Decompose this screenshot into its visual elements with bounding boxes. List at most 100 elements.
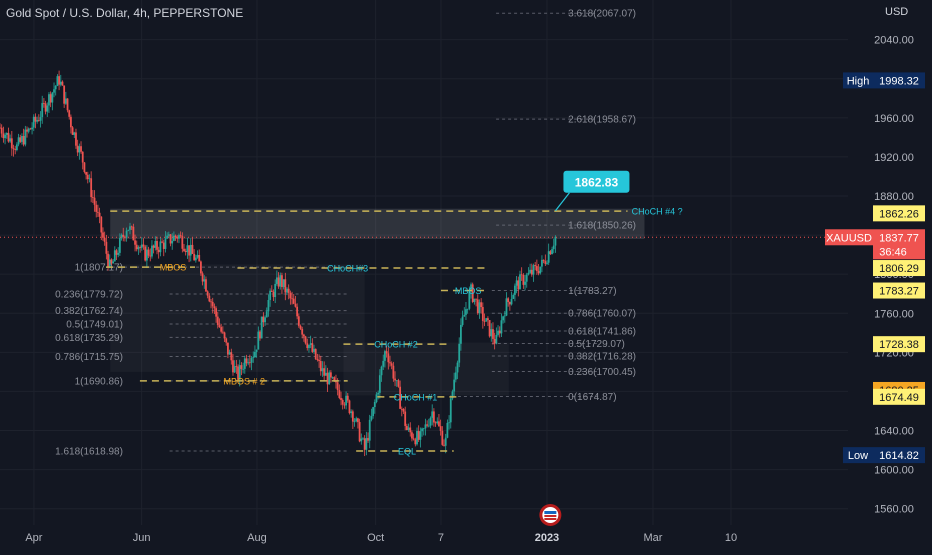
- candle-body: [230, 352, 233, 361]
- candle-body: [402, 408, 405, 412]
- candle-body: [330, 372, 332, 378]
- candle-body: [137, 247, 140, 250]
- candle-body: [313, 348, 315, 352]
- candle-body: [250, 357, 253, 363]
- candle-body: [181, 236, 184, 249]
- price-tick-label: 1960.00: [874, 113, 914, 125]
- structure-label: CHoCH#3: [327, 264, 368, 274]
- candle-body: [520, 274, 523, 276]
- fib-level-label: 1(1690.86): [75, 376, 123, 387]
- candle-body: [98, 212, 101, 217]
- candle-body: [483, 320, 486, 322]
- candle-body: [59, 81, 62, 85]
- candle-body: [265, 311, 268, 318]
- candle-body: [542, 259, 545, 262]
- fib-level-label: 1(1783.27): [568, 286, 616, 297]
- candle-body: [292, 298, 295, 304]
- candle-body: [436, 421, 439, 424]
- candle-body: [232, 360, 234, 373]
- candle-body: [152, 245, 155, 248]
- last-price-value: 1837.77: [879, 232, 919, 244]
- candle-body: [221, 331, 224, 333]
- candle-body: [93, 197, 96, 205]
- candle-body: [49, 94, 52, 103]
- candle-body: [411, 432, 413, 439]
- candle-body: [515, 280, 518, 286]
- time-tick-label: Aug: [247, 532, 267, 544]
- candle-body: [400, 408, 403, 410]
- candle-body: [286, 288, 288, 293]
- candle-body: [338, 390, 341, 398]
- candle-body: [5, 132, 8, 135]
- candle-body: [281, 275, 283, 288]
- currency-label: USD: [885, 6, 909, 18]
- candle-body: [345, 395, 347, 406]
- candle-body: [15, 144, 18, 150]
- candle-body: [189, 244, 192, 256]
- candle-body: [240, 365, 243, 369]
- candle-body: [454, 372, 457, 380]
- candle-body: [172, 235, 175, 241]
- candle-body: [453, 379, 456, 392]
- candle-body: [549, 251, 552, 255]
- candle-body: [465, 309, 467, 315]
- candle-body: [522, 275, 525, 285]
- candle-body: [316, 358, 319, 360]
- candle-body: [407, 427, 410, 431]
- candle-body: [85, 172, 88, 175]
- chart-canvas[interactable]: 3.618(2067.07) 2.618(1958.67) 1.618(1850.2…: [0, 0, 932, 550]
- candle-body: [272, 291, 275, 298]
- candle-body: [205, 279, 207, 292]
- candle-body: [414, 439, 417, 445]
- hl-tag-value: 1614.82: [879, 450, 919, 462]
- time-tick-label: Jun: [133, 532, 151, 544]
- chart-title: Gold Spot / U.S. Dollar, 4h, PEPPERSTONE: [6, 6, 244, 20]
- candle-body: [156, 240, 158, 250]
- candle-body: [179, 235, 182, 237]
- candle-body: [0, 127, 1, 129]
- candle-body: [512, 294, 515, 299]
- candle-body: [154, 240, 157, 248]
- candle-body: [432, 411, 435, 423]
- candle-body: [206, 291, 209, 296]
- price-tag-value: 1806.29: [879, 263, 919, 275]
- candle-body: [115, 250, 118, 255]
- candle-body: [10, 138, 13, 149]
- candle-body: [466, 308, 469, 310]
- candle-body: [9, 138, 12, 142]
- candle-body: [412, 438, 415, 440]
- candle-body: [83, 162, 86, 173]
- candle-body: [225, 338, 228, 343]
- chart[interactable]: Gold Spot / U.S. Dollar, 4h, PEPPERSTONE…: [0, 0, 932, 550]
- candle-body: [507, 298, 510, 302]
- candle-body: [110, 259, 113, 264]
- candle-body: [353, 421, 356, 423]
- candle-body: [122, 234, 125, 237]
- candle-body: [135, 244, 138, 250]
- candle-body: [125, 230, 128, 238]
- candle-body: [416, 430, 418, 445]
- candle-body: [26, 129, 28, 132]
- candle-body: [304, 336, 307, 344]
- callout-pointer: [554, 192, 570, 212]
- fib-level-label: 2.618(1958.67): [568, 115, 636, 126]
- price-tick-label: 1760.00: [874, 308, 914, 320]
- fib-level-label: 0.236(1700.45): [568, 367, 636, 378]
- candle-body: [267, 299, 270, 312]
- candle-body: [527, 272, 530, 275]
- fib-level-label: 1.618(1618.98): [55, 447, 123, 458]
- candle-body: [308, 344, 310, 349]
- candle-body: [159, 241, 162, 253]
- candle-body: [147, 249, 150, 256]
- candle-body: [118, 237, 121, 253]
- candle-body: [439, 426, 442, 431]
- candle-body: [296, 306, 299, 317]
- candle-body: [282, 279, 285, 288]
- candle-body: [235, 366, 238, 367]
- candle-body: [546, 262, 548, 264]
- candle-body: [434, 422, 437, 424]
- candle-body: [31, 127, 33, 130]
- candle-body: [211, 301, 214, 307]
- candle-body: [245, 358, 248, 364]
- candle-body: [306, 343, 309, 349]
